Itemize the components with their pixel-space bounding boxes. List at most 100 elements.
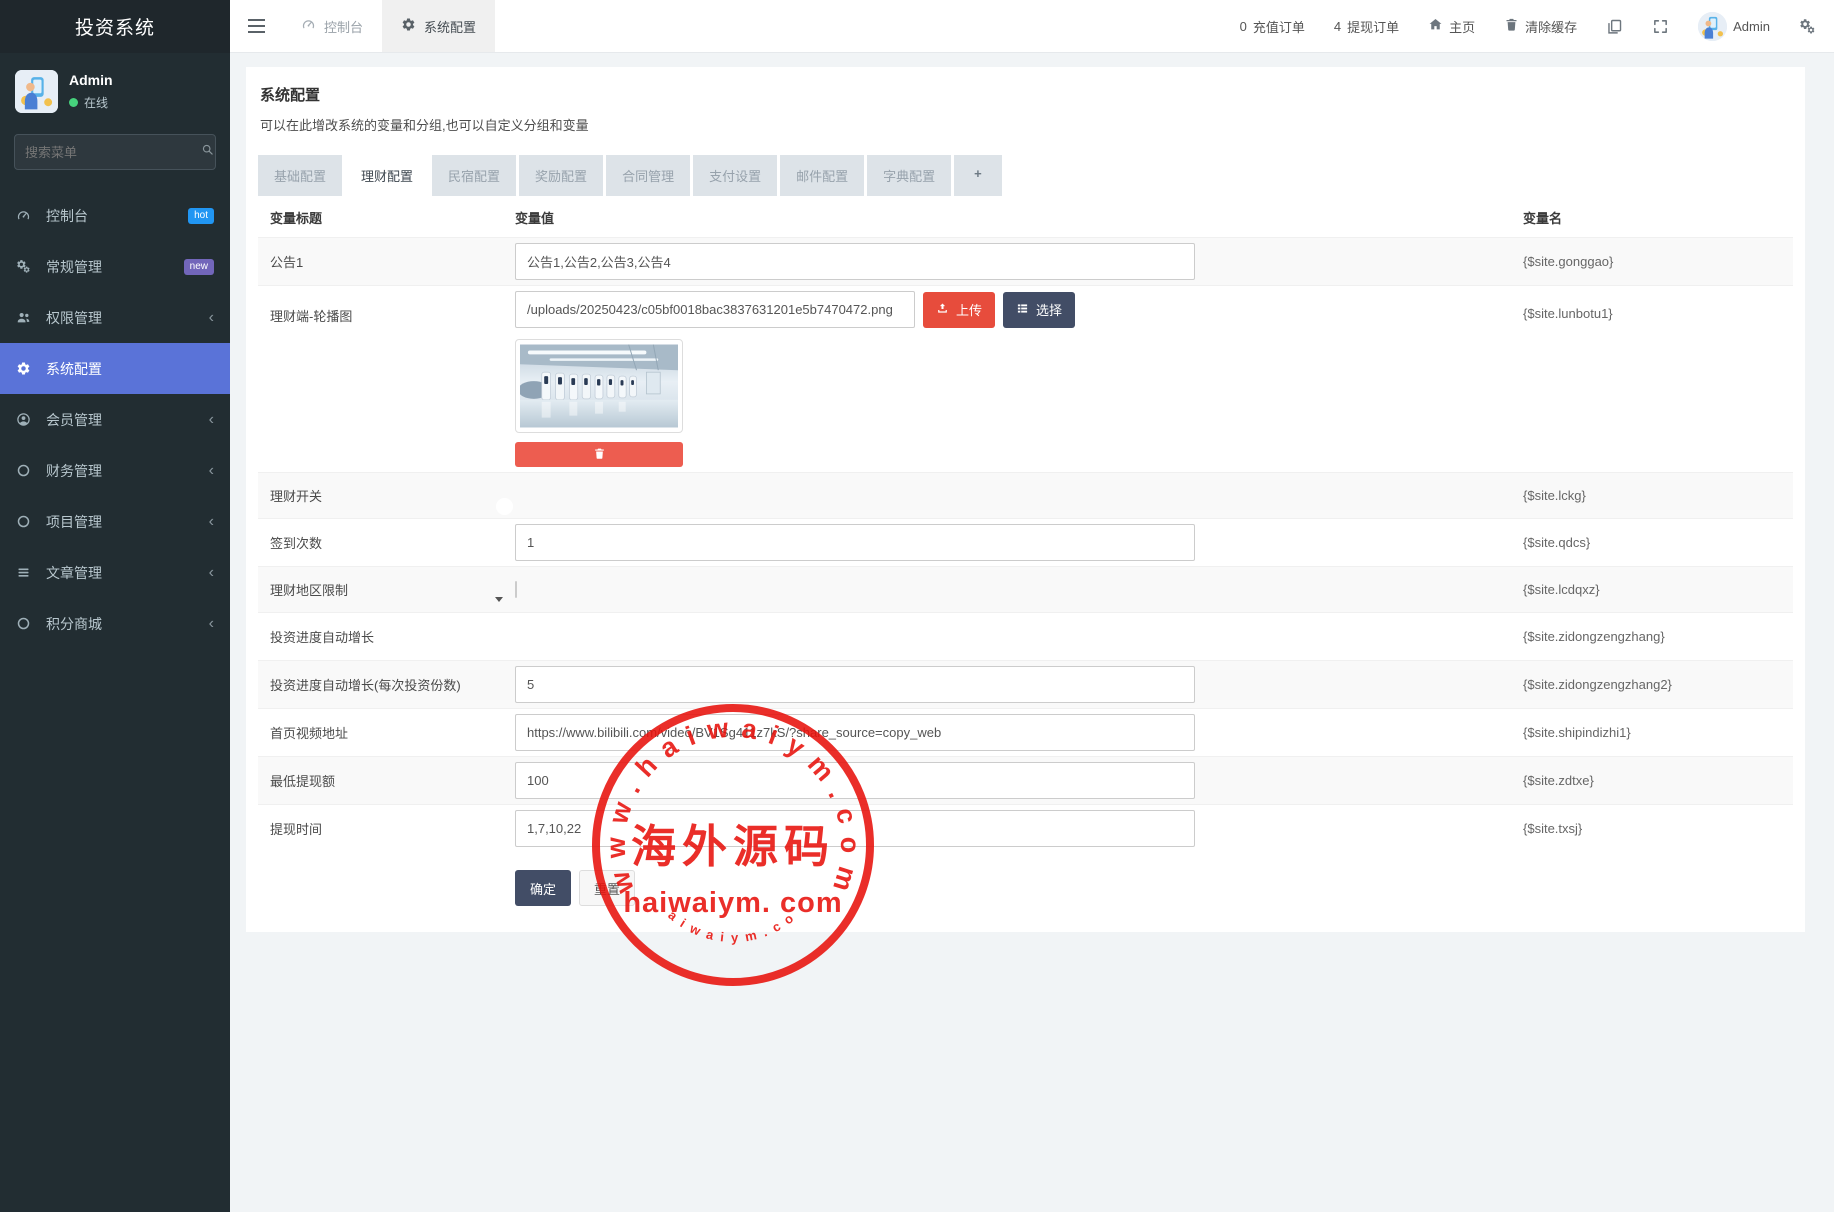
sidebar-item-dashboard[interactable]: 控制台 hot bbox=[0, 190, 230, 241]
app-root: 投资系统 Admin 在线 控制台 hot 常规管理 new bbox=[0, 0, 1834, 1212]
table-row: 投资进度自动增长(每次投资份数) {$site.zidongzengzhang2… bbox=[258, 660, 1793, 709]
gears-icon[interactable] bbox=[1799, 18, 1816, 35]
tab-licai-config[interactable]: 理财配置 bbox=[345, 155, 429, 196]
gonggao-input[interactable] bbox=[515, 243, 1195, 280]
admin-label: Admin bbox=[1733, 19, 1770, 34]
carousel-image bbox=[520, 344, 678, 428]
gauge-icon bbox=[301, 17, 316, 35]
home-video-url-input[interactable] bbox=[515, 714, 1195, 751]
sidebar-item-finance[interactable]: 财务管理 ‹ bbox=[0, 445, 230, 496]
chevron-left-icon: ‹ bbox=[209, 412, 214, 428]
sidebar-item-general[interactable]: 常规管理 new bbox=[0, 241, 230, 292]
hot-badge: hot bbox=[188, 208, 214, 224]
sidebar-item-members[interactable]: 会员管理 ‹ bbox=[0, 394, 230, 445]
tab-payment-config[interactable]: 支付设置 bbox=[693, 155, 777, 196]
user-status: 在线 bbox=[69, 94, 113, 111]
tab-minsu-config[interactable]: 民宿配置 bbox=[432, 155, 516, 196]
withdraw-time-input[interactable] bbox=[515, 810, 1195, 847]
top-navbar: 控制台 系统配置 0 充值订单 4 提现订单 主页 bbox=[230, 0, 1834, 53]
choose-button[interactable]: 选择 bbox=[1003, 292, 1075, 328]
upload-button[interactable]: 上传 bbox=[923, 292, 995, 328]
sidebar: 投资系统 Admin 在线 控制台 hot 常规管理 new bbox=[0, 0, 230, 1212]
fullscreen-icon[interactable] bbox=[1652, 18, 1669, 35]
sidebar-item-permissions[interactable]: 权限管理 ‹ bbox=[0, 292, 230, 343]
sidebar-item-system-config[interactable]: 系统配置 bbox=[0, 343, 230, 394]
content-area: 系统配置 可以在此增改系统的变量和分组,也可以自定义分组和变量 基础配置 理财配… bbox=[230, 53, 1834, 1212]
sidebar-search bbox=[14, 134, 216, 170]
tab-contract-config[interactable]: 合同管理 bbox=[606, 155, 690, 196]
clear-cache-link[interactable]: 清除缓存 bbox=[1504, 17, 1577, 36]
row-varname: {$site.gonggao} bbox=[1523, 254, 1781, 269]
user-circle-icon bbox=[16, 412, 34, 427]
table-row: 签到次数 {$site.qdcs} bbox=[258, 519, 1793, 566]
circle-icon bbox=[16, 463, 34, 478]
recharge-orders-link[interactable]: 0 充值订单 bbox=[1240, 17, 1305, 36]
carousel-image-preview[interactable] bbox=[515, 339, 683, 433]
sidebar-item-label: 控制台 bbox=[46, 206, 88, 226]
col-header-varname: 变量名 bbox=[1523, 208, 1781, 227]
sidebar-toggle-button[interactable] bbox=[230, 0, 282, 52]
add-tab-button[interactable]: + bbox=[954, 155, 1002, 196]
sidebar-item-projects[interactable]: 项目管理 ‹ bbox=[0, 496, 230, 547]
sidebar-item-label: 会员管理 bbox=[46, 410, 102, 430]
row-varname: {$site.lckg} bbox=[1523, 488, 1781, 503]
circle-icon bbox=[16, 616, 34, 631]
sidebar-item-points-mall[interactable]: 积分商城 ‹ bbox=[0, 598, 230, 649]
row-varname: {$site.shipindizhi1} bbox=[1523, 725, 1781, 740]
caret-down-icon bbox=[495, 597, 503, 602]
withdraw-orders-link[interactable]: 4 提现订单 bbox=[1334, 17, 1399, 36]
app-title: 投资系统 bbox=[0, 0, 230, 53]
upload-icon bbox=[936, 302, 949, 318]
tab-basic-config[interactable]: 基础配置 bbox=[258, 155, 342, 196]
row-varname: {$site.zidongzengzhang} bbox=[1523, 629, 1781, 644]
search-input[interactable] bbox=[25, 145, 201, 160]
sidebar-item-label: 项目管理 bbox=[46, 512, 102, 532]
admin-menu[interactable]: Admin bbox=[1698, 12, 1770, 41]
sidebar-item-label: 系统配置 bbox=[46, 359, 102, 379]
tab-reward-config[interactable]: 奖励配置 bbox=[519, 155, 603, 196]
home-link[interactable]: 主页 bbox=[1428, 17, 1475, 36]
nav-tab-system-config[interactable]: 系统配置 bbox=[382, 0, 495, 52]
tab-dictionary-config[interactable]: 字典配置 bbox=[867, 155, 951, 196]
trash-icon bbox=[1504, 17, 1519, 35]
qdcs-input[interactable] bbox=[515, 524, 1195, 561]
table-row: 理财开关 {$site.lckg} bbox=[258, 472, 1793, 519]
sidebar-item-articles[interactable]: 文章管理 ‹ bbox=[0, 547, 230, 598]
row-label: 理财端-轮播图 bbox=[270, 291, 515, 325]
reset-button[interactable]: 重置 bbox=[579, 870, 635, 906]
lunbotu-path-input[interactable] bbox=[515, 291, 915, 328]
form-actions: 确定 重置 bbox=[515, 870, 1793, 906]
row-label: 提现时间 bbox=[270, 819, 515, 838]
submit-button[interactable]: 确定 bbox=[515, 870, 571, 906]
region-limit-select[interactable] bbox=[515, 581, 517, 598]
min-withdraw-input[interactable] bbox=[515, 762, 1195, 799]
withdraw-count: 4 bbox=[1334, 19, 1341, 34]
row-varname: {$site.zdtxe} bbox=[1523, 773, 1781, 788]
table-row: 公告1 {$site.gonggao} bbox=[258, 237, 1793, 286]
users-icon bbox=[16, 310, 34, 325]
col-header-value: 变量值 bbox=[515, 208, 1523, 227]
avatar bbox=[1698, 12, 1727, 41]
user-name: Admin bbox=[69, 72, 113, 88]
online-dot bbox=[69, 98, 78, 107]
avatar bbox=[15, 70, 58, 113]
delete-image-button[interactable] bbox=[515, 442, 683, 467]
tab-email-config[interactable]: 邮件配置 bbox=[780, 155, 864, 196]
row-label: 最低提现额 bbox=[270, 771, 515, 790]
table-header: 变量标题 变量值 变量名 bbox=[258, 196, 1793, 237]
chevron-left-icon: ‹ bbox=[209, 310, 214, 326]
row-label: 理财开关 bbox=[270, 486, 515, 505]
sidebar-item-label: 财务管理 bbox=[46, 461, 102, 481]
auto-growth-shares-input[interactable] bbox=[515, 666, 1195, 703]
list-icon bbox=[16, 565, 34, 580]
search-icon[interactable] bbox=[201, 143, 214, 161]
row-label: 首页视频地址 bbox=[270, 723, 515, 742]
docs-icon[interactable] bbox=[1606, 18, 1623, 35]
trash-icon bbox=[593, 447, 606, 463]
nav-tab-dashboard[interactable]: 控制台 bbox=[282, 0, 382, 52]
config-tabs: 基础配置 理财配置 民宿配置 奖励配置 合同管理 支付设置 邮件配置 字典配置 … bbox=[258, 155, 1793, 196]
circle-icon bbox=[16, 514, 34, 529]
list-select-icon bbox=[1016, 302, 1029, 318]
navbar-right: 0 充值订单 4 提现订单 主页 清除缓存 bbox=[1240, 0, 1834, 52]
table-row: 提现时间 {$site.txsj} bbox=[258, 805, 1793, 852]
